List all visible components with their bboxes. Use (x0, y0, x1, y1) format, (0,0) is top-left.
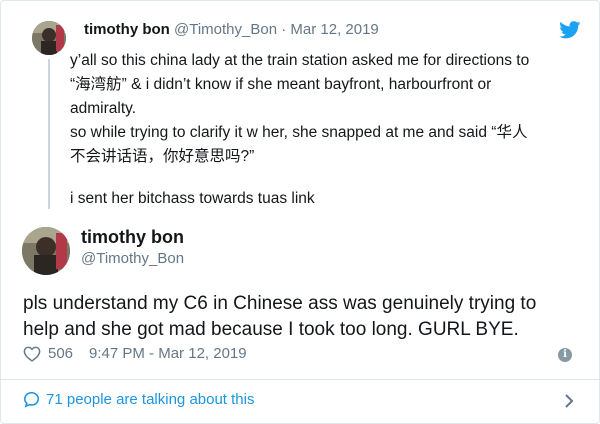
parent-avatar[interactable] (32, 21, 66, 55)
parent-tweet-text: y’all so this china lady at the train st… (70, 49, 590, 211)
tweet-timestamp[interactable]: 9:47 PM - Mar 12, 2019 (89, 345, 247, 362)
parent-line-6: i sent her bitchass towards tuas link (70, 190, 315, 207)
heart-icon[interactable] (23, 346, 41, 362)
talking-count-label[interactable]: 71 people are talking about this (46, 391, 254, 408)
speech-bubble-icon (23, 391, 40, 408)
avatar-image (22, 227, 70, 275)
parent-author-handle[interactable]: @Timothy_Bon (174, 21, 277, 38)
main-line-2: help and she got mad because I took too … (23, 319, 519, 340)
like-count[interactable]: 506 (48, 345, 73, 362)
twitter-bird-icon[interactable] (559, 21, 581, 39)
divider (1, 379, 600, 380)
chevron-right-icon[interactable] (563, 393, 575, 409)
info-icon[interactable]: i (558, 348, 572, 362)
parent-line-1: y’all so this china lady at the train st… (70, 52, 530, 69)
tweet-meta: 506 9:47 PM - Mar 12, 2019 (23, 345, 247, 362)
parent-line-3: admiralty. (70, 100, 137, 117)
main-author-handle[interactable]: @Timothy_Bon (81, 250, 184, 267)
avatar-image (32, 21, 66, 55)
parent-line-5: 不会讲话语，你好意思吗?” (70, 148, 255, 165)
parent-tweet-header: timothy bon @Timothy_Bon · Mar 12, 2019 (84, 21, 379, 38)
thread-connector (48, 59, 50, 209)
main-author-name[interactable]: timothy bon (81, 227, 184, 248)
parent-author-name[interactable]: timothy bon (84, 21, 170, 38)
main-avatar[interactable] (22, 227, 70, 275)
parent-line-4: so while trying to clarify it w her, she… (70, 124, 528, 141)
tweet-card: timothy bon @Timothy_Bon · Mar 12, 2019 … (0, 0, 600, 424)
main-line-1: pls understand my C6 in Chinese ass was … (23, 293, 537, 314)
parent-line-2: “海湾舫” & i didn’t know if she meant bayfr… (70, 76, 492, 93)
main-tweet-text: pls understand my C6 in Chinese ass was … (23, 291, 583, 343)
separator-dot: · (281, 21, 287, 38)
parent-tweet-date[interactable]: Mar 12, 2019 (290, 21, 378, 38)
conversation-link[interactable]: 71 people are talking about this (23, 391, 254, 408)
